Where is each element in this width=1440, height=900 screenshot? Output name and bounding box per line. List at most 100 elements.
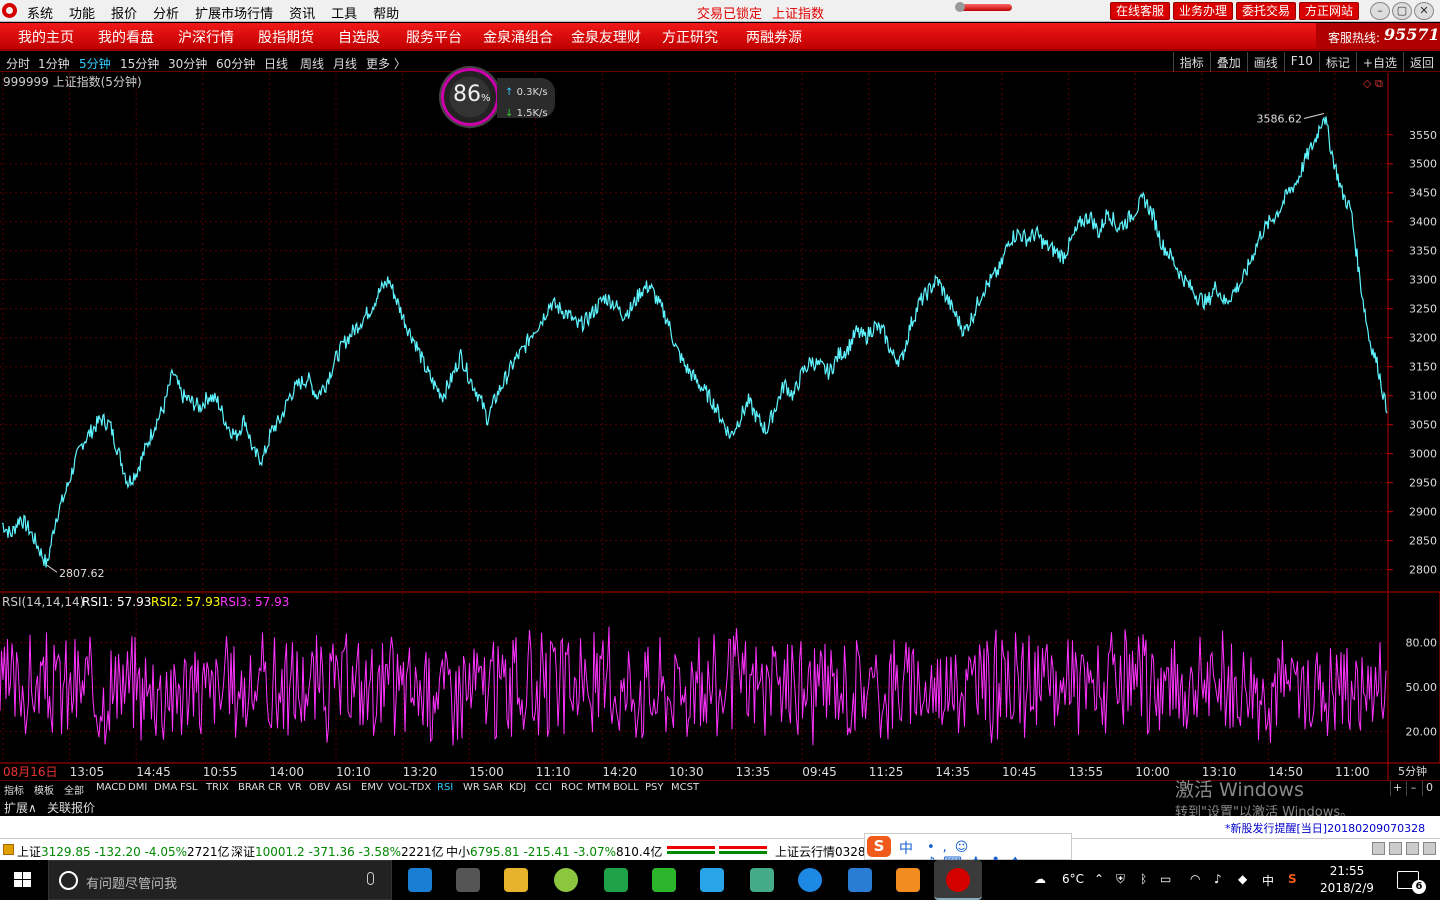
- indicator-tab-rsi[interactable]: RSI: [437, 782, 453, 793]
- menu-item[interactable]: 资讯: [289, 3, 315, 22]
- nav-item-watchlist[interactable]: 自选股: [338, 27, 380, 47]
- shield-icon[interactable]: ⛨: [1116, 872, 1125, 887]
- indicator-tab-cci[interactable]: CCI: [535, 782, 552, 793]
- indicator-tab-obv[interactable]: OBV: [309, 782, 330, 793]
- wifi-icon[interactable]: ◠: [1190, 872, 1200, 886]
- microphone-icon[interactable]: [367, 872, 374, 885]
- network-icon[interactable]: ▭: [1160, 872, 1171, 886]
- menu-item[interactable]: 功能: [69, 3, 95, 22]
- clock[interactable]: 21:55 2018/2/9: [1318, 863, 1376, 897]
- business-button[interactable]: 业务办理: [1173, 2, 1234, 20]
- menu-item[interactable]: 系统: [27, 3, 53, 22]
- tool-draw-button[interactable]: 画线: [1246, 52, 1284, 72]
- market-status-icon[interactable]: [3, 844, 14, 855]
- nav-item-margin[interactable]: 两融券源: [746, 27, 802, 47]
- tool-overlay-button[interactable]: 叠加: [1209, 52, 1247, 72]
- website-button[interactable]: 方正网站: [1299, 2, 1360, 20]
- ime-mode-toggle[interactable]: 中: [899, 838, 913, 858]
- nav-item-portfolio[interactable]: 金泉涌组合: [483, 27, 553, 47]
- sh-index-quote[interactable]: 上证3129.85 -132.20 -4.05%: [17, 843, 187, 860]
- sogou-tray-icon[interactable]: S: [1288, 872, 1297, 886]
- tray-icon-1[interactable]: [1372, 842, 1385, 855]
- iqiyi-icon[interactable]: [652, 868, 676, 892]
- menu-item[interactable]: 扩展市场行情: [195, 3, 273, 22]
- indicator-tab-vr[interactable]: VR: [288, 782, 302, 793]
- indicator-tab-fsl[interactable]: FSL: [180, 782, 198, 793]
- bluetooth-icon[interactable]: ᛒ: [1140, 872, 1147, 886]
- indicator-tab-brar[interactable]: BRAR: [238, 782, 265, 793]
- trade-locked-label[interactable]: 交易已锁定: [697, 7, 762, 22]
- menu-item[interactable]: 报价: [111, 3, 137, 22]
- indicator-tab-macd[interactable]: MACD: [96, 782, 126, 793]
- indicator-tab-boll[interactable]: BOLL: [613, 782, 639, 793]
- menu-item[interactable]: 帮助: [373, 3, 399, 22]
- sz-index-quote[interactable]: 深证10001.2 -371.36 -3.58%: [231, 843, 401, 860]
- opacity-slider[interactable]: [955, 2, 1012, 12]
- ime-language[interactable]: 中: [1262, 872, 1274, 889]
- tray-icon-3[interactable]: [1406, 842, 1419, 855]
- notification-center-icon[interactable]: 6: [1397, 871, 1426, 894]
- weather-icon[interactable]: ☁: [1034, 872, 1046, 886]
- nav-item-finance[interactable]: 金泉友理财: [571, 27, 641, 47]
- period-tab[interactable]: 30分钟: [168, 55, 207, 72]
- video-player-icon[interactable]: [700, 868, 724, 892]
- indicator-tab-roc[interactable]: ROC: [561, 782, 583, 793]
- indicator-tab-kdj[interactable]: KDJ: [509, 782, 526, 793]
- indicator-tab-wr[interactable]: WR: [463, 782, 480, 793]
- period-tab-active[interactable]: 5分钟: [79, 55, 111, 72]
- period-tab[interactable]: 60分钟: [216, 55, 255, 72]
- more-periods-button[interactable]: 更多 〉: [366, 55, 406, 72]
- indicator-tab-dma[interactable]: DMA: [154, 782, 177, 793]
- period-tab[interactable]: 周线: [300, 55, 324, 72]
- tray-icon-4[interactable]: [1423, 842, 1436, 855]
- app-icon-teal[interactable]: [750, 868, 774, 892]
- tool-back-button[interactable]: 返回: [1402, 52, 1440, 72]
- weather-temp[interactable]: 6°C: [1062, 872, 1084, 886]
- ime-status-icon[interactable]: ◆: [1238, 872, 1247, 886]
- online-service-button[interactable]: 在线客服: [1110, 2, 1171, 20]
- nav-item-home[interactable]: 我的主页: [18, 27, 74, 47]
- zx-index-quote[interactable]: 中小6795.81 -215.41 -3.07%: [446, 843, 616, 860]
- indicator-tab-全部[interactable]: 全部: [64, 782, 84, 797]
- trade-button[interactable]: 委托交易: [1236, 2, 1297, 20]
- app-icon-green[interactable]: [554, 868, 578, 892]
- indicator-control-button[interactable]: 0: [1422, 781, 1436, 796]
- indicator-tab-psy[interactable]: PSY: [645, 782, 664, 793]
- minimize-icon[interactable]: –: [1370, 2, 1390, 20]
- news-ticker[interactable]: *新股发行提醒[当日]20180209070328: [1225, 820, 1425, 836]
- cortana-icon[interactable]: [59, 871, 78, 890]
- period-tab[interactable]: 分时: [6, 55, 30, 72]
- network-speed-widget[interactable]: 86% ↑ 0.3K/s ↓ 1.5K/s: [441, 68, 561, 132]
- tool-mark-button[interactable]: 标记: [1318, 52, 1356, 72]
- menu-item[interactable]: 分析: [153, 3, 179, 22]
- edge-browser-icon[interactable]: [408, 868, 432, 892]
- indicator-tab-emv[interactable]: EMV: [361, 782, 383, 793]
- chart-canvas[interactable]: 999999 上证指数(5分钟) 3550 3500 3450 3400 3350 330…: [0, 73, 1440, 781]
- tool-indicator-button[interactable]: 指标: [1172, 52, 1210, 72]
- nav-item-futures[interactable]: 股指期货: [258, 27, 314, 47]
- period-tab[interactable]: 15分钟: [120, 55, 159, 72]
- ie-browser-icon[interactable]: [798, 868, 822, 892]
- indicator-tab-mcst[interactable]: MCST: [671, 782, 699, 793]
- period-tab[interactable]: 月线: [333, 55, 357, 72]
- indicator-tab-asi[interactable]: ASI: [335, 782, 351, 793]
- expand-tab[interactable]: 扩展∧: [4, 799, 37, 816]
- cloud-quote-label[interactable]: 上证云行情0328: [775, 843, 866, 860]
- indicator-tab-模板[interactable]: 模板: [34, 782, 54, 797]
- sogou-logo-icon[interactable]: S: [867, 836, 891, 857]
- period-tab[interactable]: 1分钟: [38, 55, 70, 72]
- restore-icon[interactable]: ▢: [1392, 2, 1412, 20]
- volume-icon[interactable]: ♪: [1214, 872, 1222, 886]
- indicator-control-button[interactable]: +: [1390, 781, 1404, 796]
- wps-writer-icon[interactable]: [848, 868, 872, 892]
- indicator-tab-dmi[interactable]: DMI: [128, 782, 147, 793]
- indicator-tab-sar[interactable]: SAR: [483, 782, 503, 793]
- wechat-files-icon[interactable]: [604, 868, 628, 892]
- chevron-up-icon[interactable]: ⌃: [1094, 872, 1104, 886]
- indicator-control-button[interactable]: –: [1406, 781, 1420, 796]
- tool-f10-button[interactable]: F10: [1283, 52, 1319, 72]
- file-explorer-icon[interactable]: [504, 868, 528, 892]
- search-placeholder[interactable]: 有问题尽管问我: [86, 873, 177, 892]
- nav-item-market[interactable]: 沪深行情: [178, 27, 234, 47]
- cortana-search-box[interactable]: 有问题尽管问我: [48, 860, 392, 900]
